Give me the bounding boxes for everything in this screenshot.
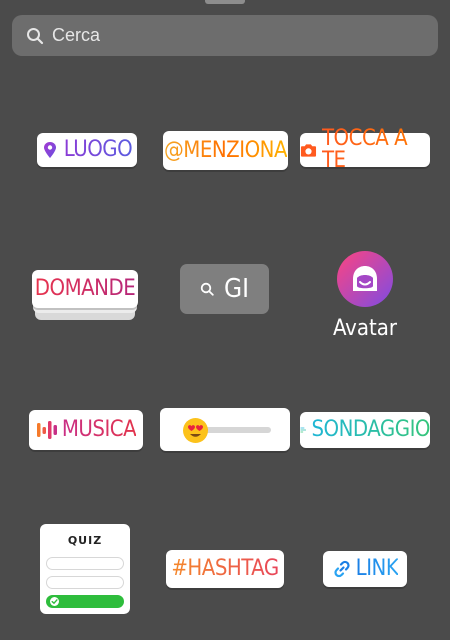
sticker-gif-search[interactable]: GI — [180, 264, 269, 314]
quiz-option — [46, 557, 124, 570]
sticker-hashtag[interactable]: #HASHTAG — [166, 550, 284, 588]
sticker-link-label: LINK — [355, 556, 399, 581]
sticker-luogo[interactable]: LUOGO — [37, 133, 137, 167]
quiz-option — [46, 576, 124, 589]
sticker-avatar-label: Avatar — [332, 316, 398, 341]
heart-eyes-emoji-icon[interactable] — [182, 417, 209, 444]
quiz-option-correct — [46, 595, 124, 608]
search-icon — [27, 27, 44, 44]
sticker-domande[interactable]: DOMANDE — [32, 270, 138, 308]
music-bars-icon — [36, 421, 57, 439]
sticker-sondaggio-label: SONDAGGIO — [311, 417, 430, 442]
sticker-tocca-a-te-label: TOCCA A TE — [322, 128, 430, 172]
sticker-quiz-label: QUIZ — [67, 534, 103, 547]
avatar-face-icon — [353, 266, 377, 291]
sticker-domande-label: DOMANDE — [34, 276, 136, 301]
sticker-avatar[interactable] — [337, 251, 393, 307]
location-pin-icon — [43, 142, 56, 158]
sheet-grabber-handle[interactable] — [205, 0, 245, 4]
sticker-musica-label: MUSICA — [61, 417, 137, 442]
sticker-luogo-label: LUOGO — [63, 137, 133, 162]
sticker-menziona[interactable]: @MENZIONA — [163, 131, 288, 170]
camera-icon — [300, 144, 317, 157]
link-icon — [334, 560, 350, 578]
check-icon — [50, 597, 59, 606]
sticker-link[interactable]: LINK — [323, 551, 407, 587]
search-icon — [200, 282, 214, 296]
sticker-quiz[interactable]: QUIZ — [40, 524, 130, 614]
sticker-gif-label: GI — [223, 274, 250, 304]
search-bar[interactable]: Cerca — [12, 15, 438, 56]
sticker-musica[interactable]: MUSICA — [29, 410, 143, 450]
sticker-sondaggio[interactable]: SONDAGGIO — [300, 412, 430, 448]
sticker-menziona-label: @MENZIONA — [164, 137, 288, 163]
sticker-hashtag-label: #HASHTAG — [171, 556, 279, 581]
sticker-tocca-a-te[interactable]: TOCCA A TE — [300, 128, 430, 172]
poll-lines-icon — [300, 427, 307, 433]
search-input[interactable]: Cerca — [52, 25, 100, 46]
